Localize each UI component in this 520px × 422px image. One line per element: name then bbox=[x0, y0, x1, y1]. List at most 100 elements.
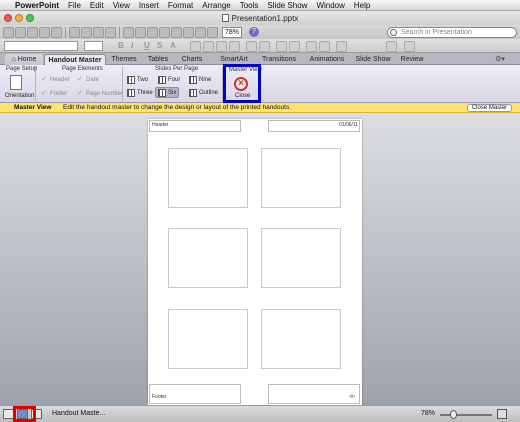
italic-icon[interactable]: I bbox=[131, 41, 133, 50]
slide-placeholder[interactable] bbox=[261, 309, 341, 369]
status-bar: Handout Maste... 78% bbox=[0, 405, 520, 422]
justify-icon[interactable] bbox=[229, 41, 240, 52]
slide-placeholder[interactable] bbox=[261, 148, 341, 208]
search-placeholder: Search in Presentation bbox=[401, 29, 472, 36]
editing-canvas[interactable]: Header 01/06/11 Footer ‹#› bbox=[0, 113, 520, 405]
menu-window[interactable]: Window bbox=[316, 1, 344, 10]
search-icon bbox=[390, 29, 397, 36]
text-box-icon[interactable] bbox=[183, 26, 194, 38]
menu-help[interactable]: Help bbox=[354, 1, 370, 10]
font-name-field[interactable] bbox=[4, 41, 78, 51]
four-button[interactable]: Four bbox=[158, 76, 180, 84]
columns-icon[interactable] bbox=[336, 41, 347, 52]
menu-file[interactable]: File bbox=[68, 1, 81, 10]
style-options-icon[interactable] bbox=[386, 41, 397, 52]
menu-slide-show[interactable]: Slide Show bbox=[267, 1, 307, 10]
tab-charts[interactable]: Charts bbox=[176, 54, 208, 65]
tab-themes[interactable]: Themes bbox=[108, 54, 140, 65]
tab-tables[interactable]: Tables bbox=[142, 54, 174, 65]
close-window-icon[interactable] bbox=[4, 14, 12, 22]
line-spacing-icon[interactable] bbox=[319, 41, 330, 52]
save-icon[interactable] bbox=[39, 26, 50, 38]
menu-insert[interactable]: Insert bbox=[139, 1, 159, 10]
new-icon[interactable] bbox=[3, 26, 14, 38]
close-master-button[interactable]: Close Master bbox=[467, 104, 512, 112]
shadow-icon[interactable]: S bbox=[157, 41, 162, 50]
help-icon[interactable]: ? bbox=[249, 27, 259, 37]
search-input[interactable]: Search in Presentation bbox=[387, 27, 517, 38]
slide-placeholder[interactable] bbox=[168, 309, 248, 369]
footer-text: Footer bbox=[152, 394, 167, 400]
insert-table-icon[interactable] bbox=[147, 26, 158, 38]
underline-icon[interactable]: U bbox=[144, 41, 150, 50]
six-button[interactable]: Six bbox=[158, 89, 176, 97]
menu-format[interactable]: Format bbox=[168, 1, 193, 10]
menu-view[interactable]: View bbox=[113, 1, 130, 10]
tab-transitions[interactable]: Transitions bbox=[256, 54, 302, 65]
nine-button[interactable]: Nine bbox=[189, 76, 211, 84]
paste-icon[interactable] bbox=[93, 26, 104, 38]
date-text: 01/06/11 bbox=[339, 122, 359, 128]
toolbox-icon[interactable] bbox=[207, 26, 218, 38]
slide-placeholder[interactable] bbox=[168, 148, 248, 208]
font-color-icon[interactable]: A bbox=[170, 41, 176, 50]
two-button[interactable]: Two bbox=[127, 76, 148, 84]
menu-tools[interactable]: Tools bbox=[240, 1, 259, 10]
increase-indent-icon[interactable] bbox=[289, 41, 300, 52]
font-size-field[interactable] bbox=[84, 41, 103, 51]
three-slides-icon bbox=[127, 89, 135, 97]
templates-icon[interactable] bbox=[15, 26, 26, 38]
align-right-icon[interactable] bbox=[216, 41, 227, 52]
six-slides-icon bbox=[158, 89, 166, 97]
handout-page[interactable]: Header 01/06/11 Footer ‹#› bbox=[148, 119, 362, 405]
fit-to-window-icon[interactable] bbox=[497, 409, 507, 419]
tab-slide-show[interactable]: Slide Show bbox=[352, 54, 394, 65]
tab-handout-master[interactable]: Handout Master bbox=[44, 54, 106, 65]
tab-home[interactable]: ⌂ Home bbox=[5, 54, 43, 65]
footer-checkbox[interactable]: ✓ Footer bbox=[41, 90, 67, 97]
menu-edit[interactable]: Edit bbox=[90, 1, 104, 10]
undo-icon[interactable] bbox=[123, 26, 134, 38]
zoom-slider[interactable] bbox=[440, 414, 492, 416]
media-browser-icon[interactable] bbox=[195, 26, 206, 38]
open-icon[interactable] bbox=[27, 26, 38, 38]
page-number-checkbox[interactable]: ✓ Page Number bbox=[77, 90, 123, 97]
shapes-icon[interactable] bbox=[171, 26, 182, 38]
redo-icon[interactable] bbox=[135, 26, 146, 38]
format-painter-icon[interactable] bbox=[105, 26, 116, 38]
menu-arrange[interactable]: Arrange bbox=[202, 1, 230, 10]
text-direction-icon[interactable] bbox=[306, 41, 317, 52]
group-divider bbox=[122, 67, 123, 101]
tab-review[interactable]: Review bbox=[398, 54, 426, 65]
orientation-button[interactable]: Orientation bbox=[5, 93, 34, 99]
bullets-icon[interactable] bbox=[246, 41, 257, 52]
ribbon-options-icon[interactable]: ⚙▾ bbox=[488, 54, 512, 65]
quick-styles-icon[interactable] bbox=[404, 41, 415, 52]
copy-icon[interactable] bbox=[81, 26, 92, 38]
slide-placeholder[interactable] bbox=[168, 228, 248, 288]
zoom-slider-thumb[interactable] bbox=[450, 410, 457, 419]
align-center-icon[interactable] bbox=[203, 41, 214, 52]
cut-icon[interactable] bbox=[69, 26, 80, 38]
three-button[interactable]: Three bbox=[127, 89, 153, 97]
minimize-window-icon[interactable] bbox=[15, 14, 23, 22]
decrease-indent-icon[interactable] bbox=[276, 41, 287, 52]
print-icon[interactable] bbox=[51, 26, 62, 38]
app-menu[interactable]: PowerPoint bbox=[15, 1, 59, 10]
page-number-placeholder[interactable] bbox=[268, 384, 360, 404]
slide-placeholder[interactable] bbox=[261, 228, 341, 288]
zoom-select[interactable]: 78% bbox=[222, 26, 242, 38]
insert-picture-icon[interactable] bbox=[159, 26, 170, 38]
tab-animations[interactable]: Animations bbox=[304, 54, 350, 65]
date-checkbox[interactable]: ✓ Date bbox=[77, 76, 99, 83]
outline-button[interactable]: Outline bbox=[189, 89, 218, 97]
header-checkbox[interactable]: ✓ Header bbox=[41, 76, 70, 83]
window-title-text: Presentation1.pptx bbox=[231, 13, 299, 23]
numbering-icon[interactable] bbox=[259, 41, 270, 52]
two-slides-icon bbox=[127, 76, 135, 84]
bold-icon[interactable]: B bbox=[118, 41, 124, 50]
align-left-icon[interactable] bbox=[190, 41, 201, 52]
zoom-window-icon[interactable] bbox=[26, 14, 34, 22]
orientation-icon[interactable] bbox=[10, 75, 22, 90]
footer-checkbox-label: Footer bbox=[50, 90, 68, 97]
